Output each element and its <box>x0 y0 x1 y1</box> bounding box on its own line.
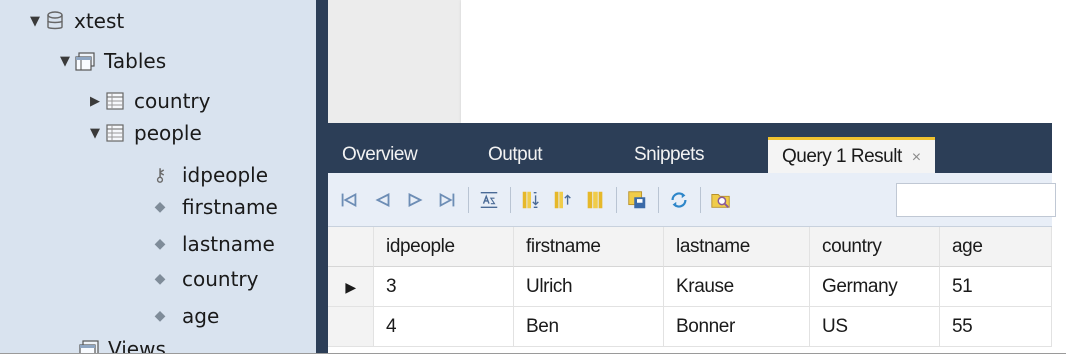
tree-item-schema[interactable]: ▼ xtest <box>26 6 124 36</box>
grid-corner <box>328 227 374 267</box>
table-label: country <box>134 89 211 113</box>
sql-editor[interactable] <box>461 0 1052 123</box>
tree-item-table[interactable]: ▼ people <box>86 118 202 148</box>
column-header[interactable]: country <box>810 227 940 267</box>
tree-item-column[interactable]: ◆ country <box>152 264 259 294</box>
views-folder-icon <box>78 338 100 353</box>
table-cell[interactable]: 3 <box>374 267 514 307</box>
tree-item-tables[interactable]: ▼ Tables <box>56 46 166 76</box>
column-label: country <box>182 267 259 291</box>
table-icon <box>104 122 126 144</box>
primary-key-icon: ⚷ <box>153 164 167 186</box>
table-cell[interactable]: Krause <box>664 267 810 307</box>
column-header[interactable]: idpeople <box>374 227 514 267</box>
sort-ascending-icon[interactable] <box>518 187 544 213</box>
search-folder-icon[interactable] <box>708 187 734 213</box>
close-icon[interactable]: × <box>912 149 921 166</box>
database-icon <box>44 10 66 32</box>
column-header[interactable]: firstname <box>514 227 664 267</box>
tree-item-column[interactable]: ◆ lastname <box>152 229 275 259</box>
column-label: idpeople <box>182 163 269 187</box>
first-record-icon[interactable] <box>336 187 362 213</box>
expand-toggle-icon[interactable]: ▼ <box>86 126 104 141</box>
toolbar-separator <box>510 187 511 213</box>
tables-label: Tables <box>104 49 167 73</box>
toolbar-separator <box>468 187 469 213</box>
table-cell[interactable]: Bonner <box>664 307 810 347</box>
tab-label: Snippets <box>634 144 704 165</box>
column-icon: ◆ <box>154 308 166 324</box>
tab-label: Overview <box>342 144 418 165</box>
column-header[interactable]: lastname <box>664 227 810 267</box>
result-toolbar <box>328 173 1056 227</box>
table-cell[interactable]: 51 <box>940 267 1052 307</box>
filter-input[interactable] <box>896 183 1056 217</box>
tab-label: Query 1 Result <box>782 146 902 167</box>
table-cell[interactable]: Germany <box>810 267 940 307</box>
result-grid: idpeople firstname lastname country age … <box>328 227 1052 353</box>
schema-navigator: ▼ xtest ▼ Tables ▶ country ▼ people ⚷ id… <box>0 0 316 353</box>
export-icon[interactable] <box>624 187 650 213</box>
table-cell[interactable]: 4 <box>374 307 514 347</box>
previous-record-icon[interactable] <box>370 187 396 213</box>
row-header[interactable] <box>328 307 374 347</box>
result-tab-bar: Overview Output Snippets Query 1 Result × <box>328 123 1052 173</box>
table-cell[interactable]: Ben <box>514 307 664 347</box>
tab-overview[interactable]: Overview <box>342 137 418 173</box>
refresh-icon[interactable] <box>666 187 692 213</box>
column-header[interactable]: age <box>940 227 1052 267</box>
sort-descending-icon[interactable] <box>550 187 576 213</box>
tree-item-views[interactable]: Views <box>78 334 166 353</box>
column-icon: ◆ <box>154 236 166 252</box>
columns-icon[interactable] <box>582 187 608 213</box>
table-icon <box>104 90 126 112</box>
tab-snippets[interactable]: Snippets <box>634 137 704 173</box>
toolbar-separator <box>658 187 659 213</box>
wrap-text-icon[interactable] <box>476 187 502 213</box>
column-icon: ◆ <box>154 199 166 215</box>
tab-query-result[interactable]: Query 1 Result × <box>768 137 935 173</box>
tab-output[interactable]: Output <box>488 137 543 173</box>
table-cell[interactable]: Ulrich <box>514 267 664 307</box>
column-label: age <box>182 304 220 328</box>
toolbar-separator <box>616 187 617 213</box>
panel-splitter[interactable] <box>316 0 328 353</box>
window-edge <box>1052 0 1066 353</box>
row-header[interactable]: ▶ <box>328 267 374 307</box>
expand-toggle-icon[interactable]: ▼ <box>26 14 44 29</box>
table-cell[interactable]: US <box>810 307 940 347</box>
window-bottom-edge <box>0 353 1066 363</box>
last-record-icon[interactable] <box>434 187 460 213</box>
tables-folder-icon <box>74 50 96 72</box>
table-cell[interactable]: 55 <box>940 307 1052 347</box>
tree-item-column[interactable]: ◆ firstname <box>152 192 278 222</box>
tab-label: Output <box>488 144 543 165</box>
table-label: people <box>134 121 202 145</box>
schema-label: xtest <box>74 9 125 33</box>
views-label: Views <box>108 337 166 353</box>
expand-toggle-icon[interactable]: ▶ <box>86 94 104 109</box>
column-label: firstname <box>182 195 278 219</box>
tree-item-table[interactable]: ▶ country <box>86 86 210 116</box>
expand-toggle-icon[interactable]: ▼ <box>56 54 74 69</box>
column-label: lastname <box>182 232 275 256</box>
tree-item-column[interactable]: ◆ age <box>152 301 220 331</box>
current-row-indicator-icon: ▶ <box>345 279 356 295</box>
column-icon: ◆ <box>154 271 166 287</box>
toolbar-separator <box>700 187 701 213</box>
tree-item-column[interactable]: ⚷ idpeople <box>152 160 268 190</box>
next-record-icon[interactable] <box>402 187 428 213</box>
